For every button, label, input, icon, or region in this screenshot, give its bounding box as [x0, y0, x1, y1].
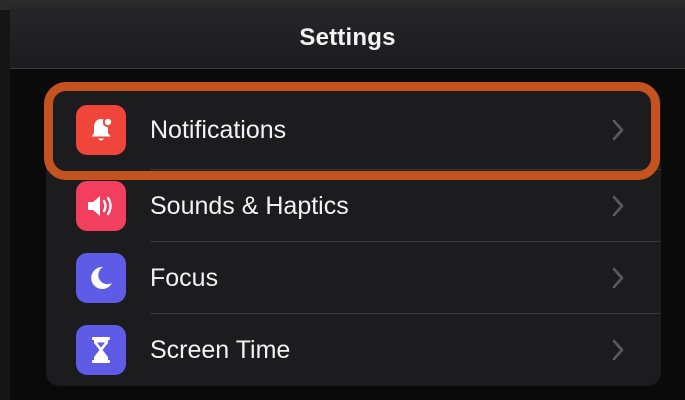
navigation-bar: Settings: [10, 6, 685, 69]
moon-icon: [76, 253, 126, 303]
row-label-focus: Focus: [150, 264, 219, 292]
row-label-sounds-haptics: Sounds & Haptics: [150, 192, 349, 220]
row-label-screen-time: Screen Time: [150, 336, 291, 364]
left-edge: [0, 10, 10, 400]
chevron-right-icon: [612, 339, 624, 361]
chevron-right-icon: [612, 267, 624, 289]
chevron-right-icon: [612, 195, 624, 217]
notifications-highlight-outline: [44, 82, 660, 180]
speaker-wave-icon: [76, 181, 126, 231]
hourglass-icon: [76, 325, 126, 375]
settings-row-focus[interactable]: Focus: [46, 242, 661, 314]
settings-row-screen-time[interactable]: Screen Time: [46, 314, 661, 386]
settings-row-sounds-haptics[interactable]: Sounds & Haptics: [46, 170, 661, 242]
settings-screen: Settings Notifications Sounds & Haptics …: [0, 0, 685, 400]
page-title: Settings: [299, 24, 396, 51]
